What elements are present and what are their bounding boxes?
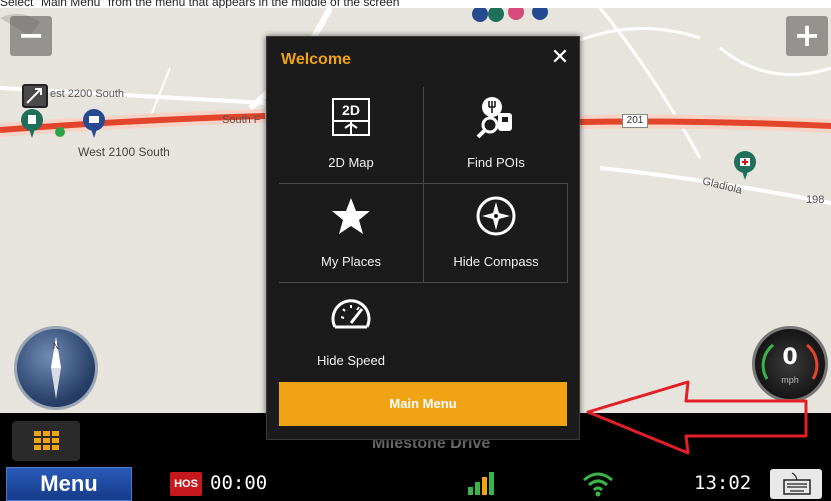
signal-strength-icon [468, 472, 494, 495]
street-label: West 2100 South [78, 145, 170, 159]
tile-my-places[interactable]: My Places [279, 184, 423, 282]
map-2d-text: 2D [342, 102, 360, 118]
tile-hide-speed[interactable]: Hide Speed [279, 283, 423, 381]
hos-timer: 00:00 [210, 472, 268, 494]
speed-value: 0 [782, 345, 798, 370]
overview-toggle-icon[interactable] [22, 84, 48, 108]
apps-grid-button[interactable] [12, 421, 80, 461]
zoom-out-button[interactable]: − [10, 16, 52, 56]
fuel-poi-icon [21, 109, 43, 138]
tile-find-pois[interactable]: Find POIs [424, 85, 568, 183]
route-shield: 201 [622, 114, 648, 128]
tile-label: 2D Map [328, 155, 374, 170]
device-screen: − + est 2200 South South F West 2100 Sou… [0, 8, 831, 501]
compass-needle-icon: N [51, 337, 61, 399]
menu-button[interactable]: Menu [6, 467, 132, 501]
map-2d-icon: 2D [332, 98, 370, 136]
close-icon[interactable]: ✕ [548, 46, 572, 70]
tile-label: Find POIs [467, 155, 525, 170]
shopping-poi-icon [83, 109, 105, 138]
tile-label: Hide Compass [453, 254, 539, 269]
tile-label: My Places [321, 254, 381, 269]
status-bar: Menu HOS 00:00 13:02 [0, 467, 831, 501]
speed-gauge[interactable]: 0 mph [752, 326, 828, 402]
speed-unit: mph [781, 375, 799, 385]
road [579, 27, 701, 42]
poi-markers-left[interactable] [20, 108, 110, 144]
compass-icon [476, 196, 516, 236]
hospital-poi-icon[interactable] [730, 150, 760, 186]
street-label: South F [222, 114, 261, 126]
zoom-in-button[interactable]: + [786, 16, 828, 56]
welcome-dialog: Welcome ✕ 2D 2D Map Find POIs My Places … [266, 36, 580, 440]
poi-markers-top[interactable] [470, 8, 550, 30]
apps-grid-icon [34, 431, 59, 450]
tile-hide-compass[interactable]: Hide Compass [424, 184, 568, 282]
road [149, 67, 171, 119]
tile-2d-map[interactable]: 2D 2D Map [279, 85, 423, 183]
hos-badge[interactable]: HOS [170, 472, 202, 496]
tile-label: Hide Speed [317, 353, 385, 368]
main-menu-button[interactable]: Main Menu [279, 382, 567, 426]
street-label: 198 [806, 194, 825, 206]
poi-dot-icon [55, 127, 65, 137]
speedometer-icon [331, 299, 371, 329]
star-icon [332, 198, 370, 234]
keyboard-icon [783, 472, 811, 495]
street-label: est 2200 South [50, 88, 125, 100]
compass-north-label: N [53, 342, 59, 351]
find-poi-icon [476, 97, 512, 139]
wifi-icon [583, 472, 613, 497]
clock: 13:02 [694, 472, 752, 494]
keyboard-button[interactable] [770, 469, 822, 499]
compass-widget[interactable]: N [14, 326, 98, 410]
dialog-title: Welcome [281, 51, 351, 68]
